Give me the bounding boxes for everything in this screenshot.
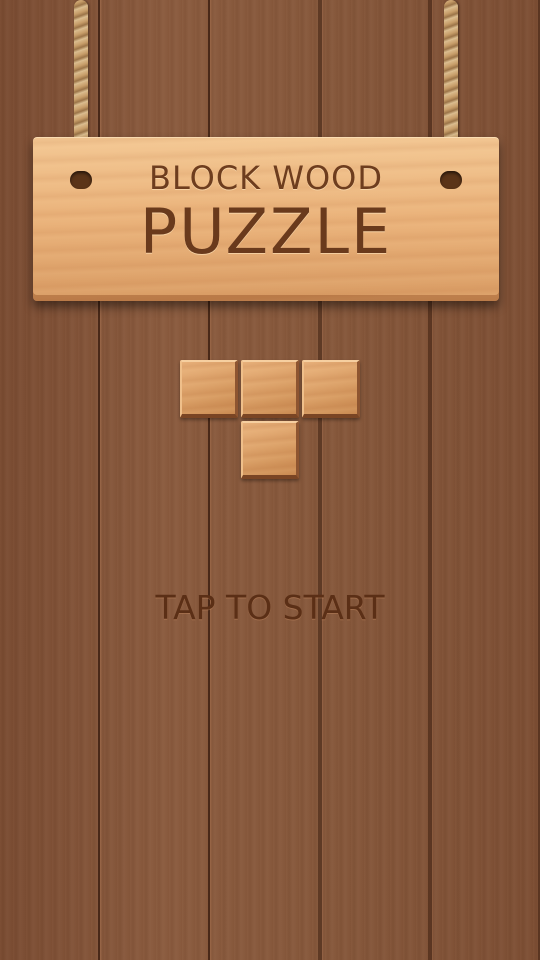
title-sign: BLOCK WOOD PUZZLE — [33, 137, 499, 301]
wood-block-cell — [241, 421, 299, 479]
wood-block-cell — [241, 360, 299, 418]
wood-block-cell — [302, 360, 360, 418]
tap-to-start-button[interactable]: TAP TO START — [0, 588, 540, 627]
wood-block-cell — [180, 360, 238, 418]
game-title-line2: PUZZLE — [139, 195, 393, 268]
game-title-line1: BLOCK WOOD — [149, 159, 383, 197]
